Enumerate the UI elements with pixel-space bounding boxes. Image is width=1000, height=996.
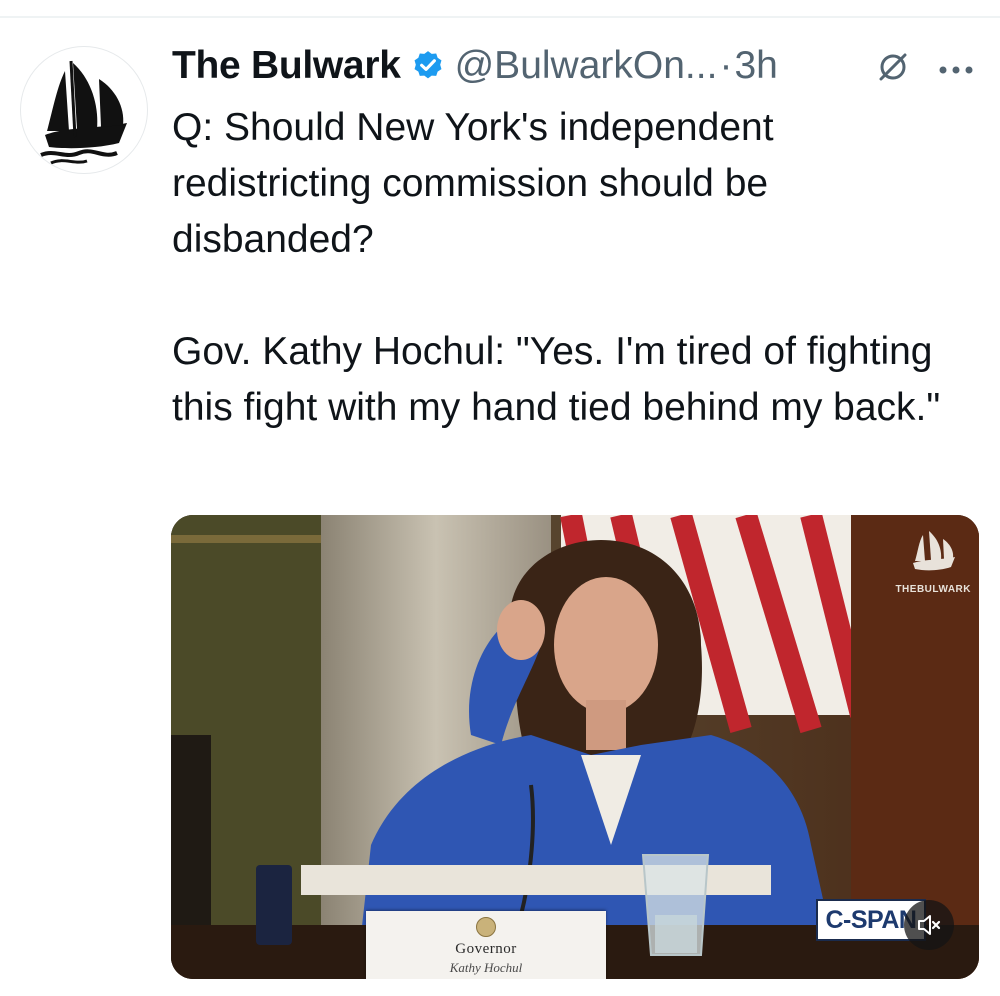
top-divider — [0, 16, 1000, 18]
video-player[interactable]: THEBULWARK Governor Kathy Hochul C-SPAN — [171, 515, 979, 979]
tweet-text: Q: Should New York's independent redistr… — [172, 100, 972, 436]
seal-icon — [476, 917, 496, 937]
author-name[interactable]: The Bulwark — [172, 44, 401, 88]
timestamp[interactable]: 3h — [734, 44, 777, 88]
mute-button[interactable] — [904, 900, 954, 950]
ship-watermark-icon — [913, 531, 956, 571]
mute-icon — [918, 915, 941, 935]
nameplate-title: Governor — [455, 941, 517, 957]
tweet-header: The Bulwark @BulwarkOn... · 3h — [172, 38, 778, 94]
bulwark-watermark: THEBULWARK — [895, 529, 971, 595]
nameplate-name: Kathy Hochul — [449, 960, 523, 975]
bulwark-ship-logo — [40, 60, 127, 165]
watermark-text: THEBULWARK — [895, 584, 971, 595]
separator-dot: · — [719, 44, 733, 87]
more-icon[interactable] — [938, 62, 974, 80]
tweet-question: Q: Should New York's independent redistr… — [172, 106, 774, 261]
author-handle[interactable]: @BulwarkOn... — [455, 44, 718, 88]
tweet-quote: Gov. Kathy Hochul: "Yes. I'm tired of fi… — [172, 330, 941, 429]
governor-nameplate: Governor Kathy Hochul — [366, 911, 606, 979]
avatar[interactable] — [20, 46, 148, 174]
verified-badge-icon — [411, 49, 445, 83]
grok-icon[interactable] — [876, 50, 910, 89]
